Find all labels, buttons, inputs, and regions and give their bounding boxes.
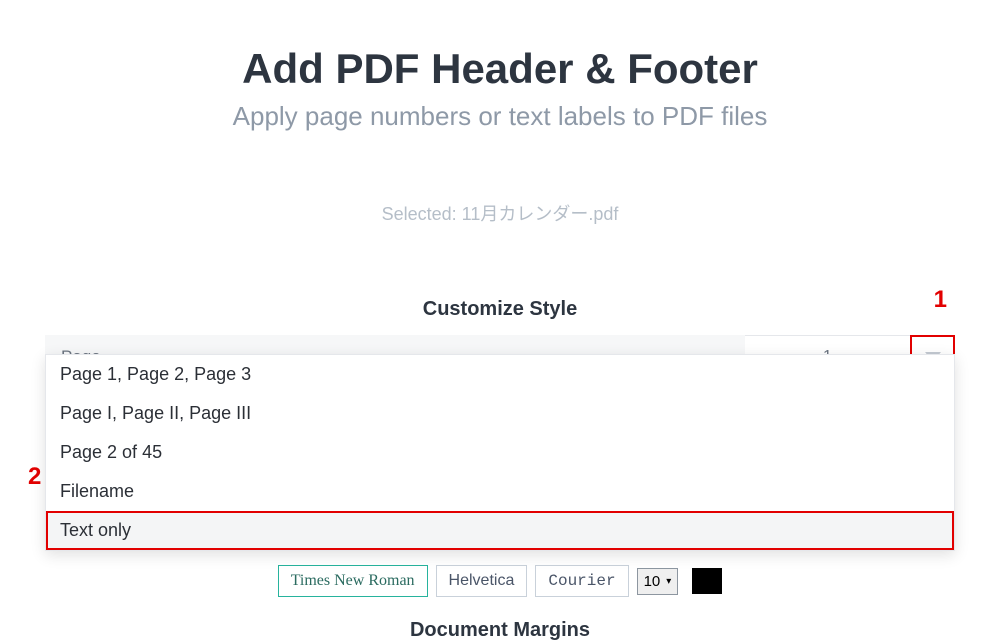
selected-filename: 11月カレンダー.pdf xyxy=(462,204,619,224)
style-option-text-only[interactable]: Text only xyxy=(46,511,954,550)
page-title: Add PDF Header & Footer xyxy=(0,45,1000,93)
annotation-marker-1: 1 xyxy=(934,286,947,314)
font-color-swatch[interactable] xyxy=(692,568,722,594)
selected-file-label: Selected: 11月カレンダー.pdf xyxy=(0,200,1000,226)
selected-prefix: Selected: xyxy=(382,204,462,224)
font-times-button[interactable]: Times New Roman xyxy=(278,565,428,597)
font-helvetica-button[interactable]: Helvetica xyxy=(436,565,528,597)
style-dropdown-panel: Page 1, Page 2, Page 3 Page I, Page II, … xyxy=(45,354,955,551)
page-subtitle: Apply page numbers or text labels to PDF… xyxy=(0,101,1000,132)
style-option-filename[interactable]: Filename xyxy=(46,472,954,511)
annotation-marker-2: 2 xyxy=(28,463,41,491)
document-margins-heading: Document Margins xyxy=(0,619,1000,642)
chevron-down-icon: ▾ xyxy=(666,576,671,587)
font-row: Times New Roman Helvetica Courier 10 ▾ xyxy=(0,565,1000,597)
font-size-select[interactable]: 10 ▾ xyxy=(637,568,679,595)
font-courier-button[interactable]: Courier xyxy=(535,565,628,597)
style-option-page-of-total[interactable]: Page 2 of 45 xyxy=(46,433,954,472)
style-option-page-arabic[interactable]: Page 1, Page 2, Page 3 xyxy=(46,355,954,394)
customize-style-heading: Customize Style xyxy=(0,298,1000,321)
font-size-value: 10 xyxy=(644,573,661,590)
style-option-page-roman[interactable]: Page I, Page II, Page III xyxy=(46,394,954,433)
